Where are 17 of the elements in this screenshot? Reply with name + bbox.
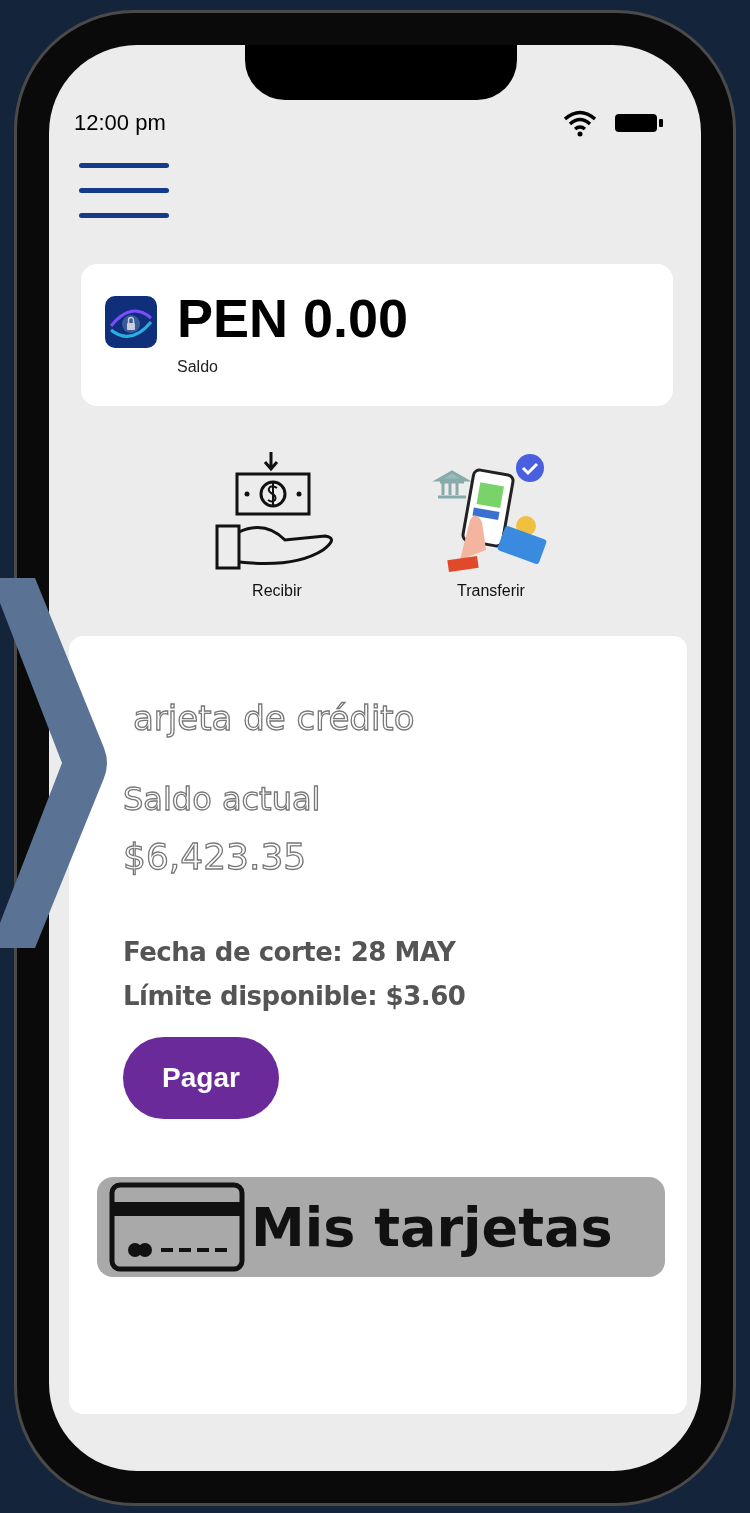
pay-button[interactable]: Pagar [123, 1037, 279, 1119]
card-balance: $6,423.35 [123, 836, 307, 877]
battery-icon [615, 112, 663, 134]
status-time: 12:00 pm [74, 110, 166, 136]
card-title: arjeta de crédito [133, 698, 415, 738]
balance-label: Saldo actual [123, 780, 321, 818]
available-limit-text: Límite disponible: $3.60 [123, 981, 466, 1011]
cut-date-text: Fecha de corte: 28 MAY [123, 937, 456, 967]
my-cards-button[interactable]: Mis tarjetas [97, 1177, 665, 1277]
wifi-icon [563, 109, 597, 137]
menu-icon[interactable] [79, 163, 169, 218]
credit-card-icon [109, 1182, 245, 1272]
balance-label: Saldo [177, 358, 219, 376]
lock-app-icon [105, 296, 157, 348]
balance-amount: PEN 0.00 [177, 290, 409, 346]
action-button[interactable]: Transferir [429, 450, 553, 600]
action-button[interactable]: Recibir [215, 450, 339, 600]
